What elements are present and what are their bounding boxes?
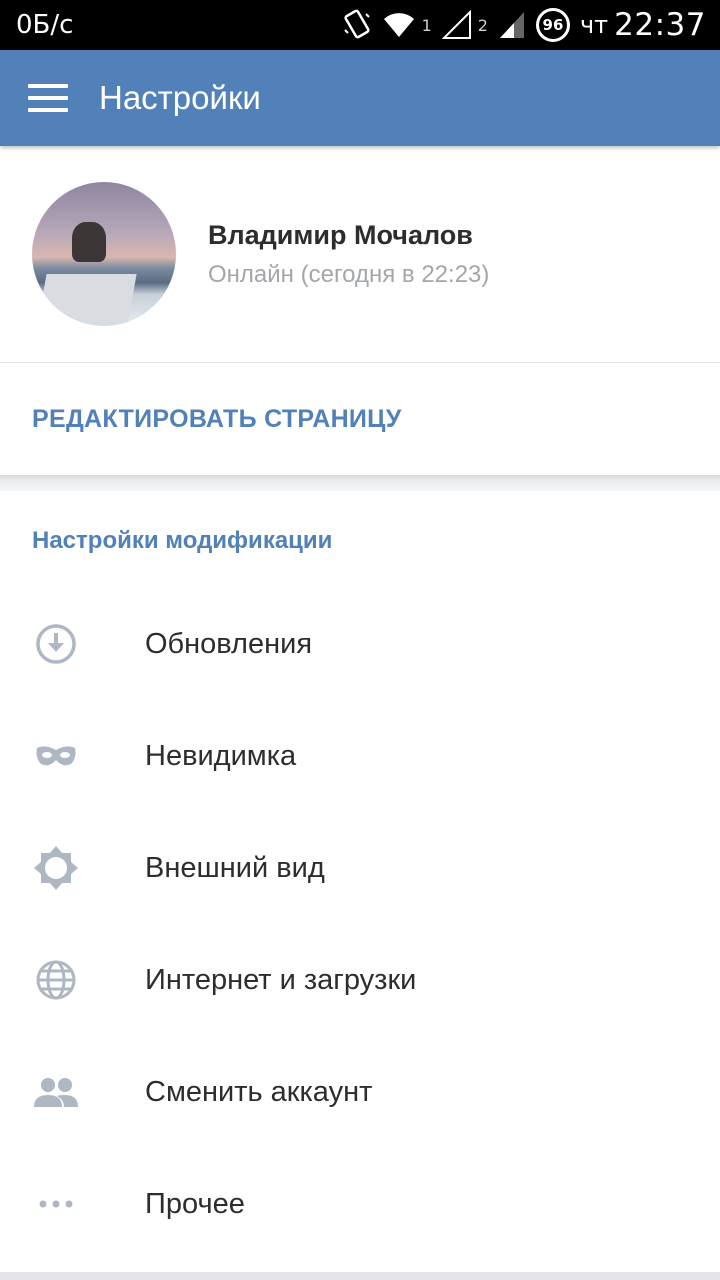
sim2-label: 2 <box>477 16 488 35</box>
status-icons: 1 2 96 чт 22:37 <box>342 7 706 43</box>
section-title: Настройки модификации <box>32 527 333 554</box>
section-header: Настройки модификации <box>0 491 720 591</box>
download-circle-icon <box>33 621 79 667</box>
status-day: чт <box>579 11 609 39</box>
menu-item-switch-account[interactable]: Сменить аккаунт <box>0 1036 720 1148</box>
status-time: 22:37 <box>614 7 706 43</box>
menu-item-invisible[interactable]: Невидимка <box>0 700 720 812</box>
hamburger-menu-icon[interactable] <box>28 84 68 112</box>
status-bar: 0Б/с 1 2 96 чт 22:37 <box>0 0 720 50</box>
menu-item-updates[interactable]: Обновления <box>0 588 720 700</box>
brightness-icon <box>33 845 79 891</box>
menu-item-label: Прочее <box>145 1187 245 1220</box>
profile-info: Владимир Мочалов Онлайн (сегодня в 22:23… <box>208 220 489 289</box>
section-separator <box>0 475 720 491</box>
profile-card[interactable]: Владимир Мочалов Онлайн (сегодня в 22:23… <box>0 146 720 362</box>
page-title: Настройки <box>99 79 261 116</box>
menu-item-label: Интернет и загрузки <box>145 963 417 996</box>
vibrate-icon <box>342 8 372 42</box>
sim1-label: 1 <box>421 16 432 35</box>
network-speed: 0Б/с <box>16 10 74 40</box>
battery-icon: 96 <box>535 8 570 42</box>
signal-bars-icon <box>498 10 526 40</box>
people-icon <box>33 1069 79 1115</box>
menu-item-appearance[interactable]: Внешний вид <box>0 812 720 924</box>
bottom-separator <box>0 1272 720 1280</box>
profile-name: Владимир Мочалов <box>208 219 473 250</box>
menu-item-label: Невидимка <box>145 739 297 772</box>
mask-icon <box>33 733 79 779</box>
menu-item-internet[interactable]: Интернет и загрузки <box>0 924 720 1036</box>
menu-item-other[interactable]: Прочее <box>0 1148 720 1260</box>
edit-page-label: РЕДАКТИРОВАТЬ СТРАНИЦУ <box>32 404 402 433</box>
app-toolbar: Настройки <box>0 50 720 146</box>
more-dots-icon <box>33 1181 79 1227</box>
menu-item-label: Сменить аккаунт <box>145 1075 373 1108</box>
signal-empty-icon <box>441 10 472 40</box>
globe-icon <box>33 957 79 1003</box>
profile-status: Онлайн (сегодня в 22:23) <box>208 260 490 288</box>
settings-menu: Обновления Невидимка Внешний вид Интерне… <box>0 588 720 1260</box>
avatar[interactable] <box>32 182 176 326</box>
edit-page-button[interactable]: РЕДАКТИРОВАТЬ СТРАНИЦУ <box>0 363 720 475</box>
menu-item-label: Внешний вид <box>145 851 325 884</box>
wifi-icon <box>382 11 416 39</box>
menu-item-label: Обновления <box>145 627 313 660</box>
